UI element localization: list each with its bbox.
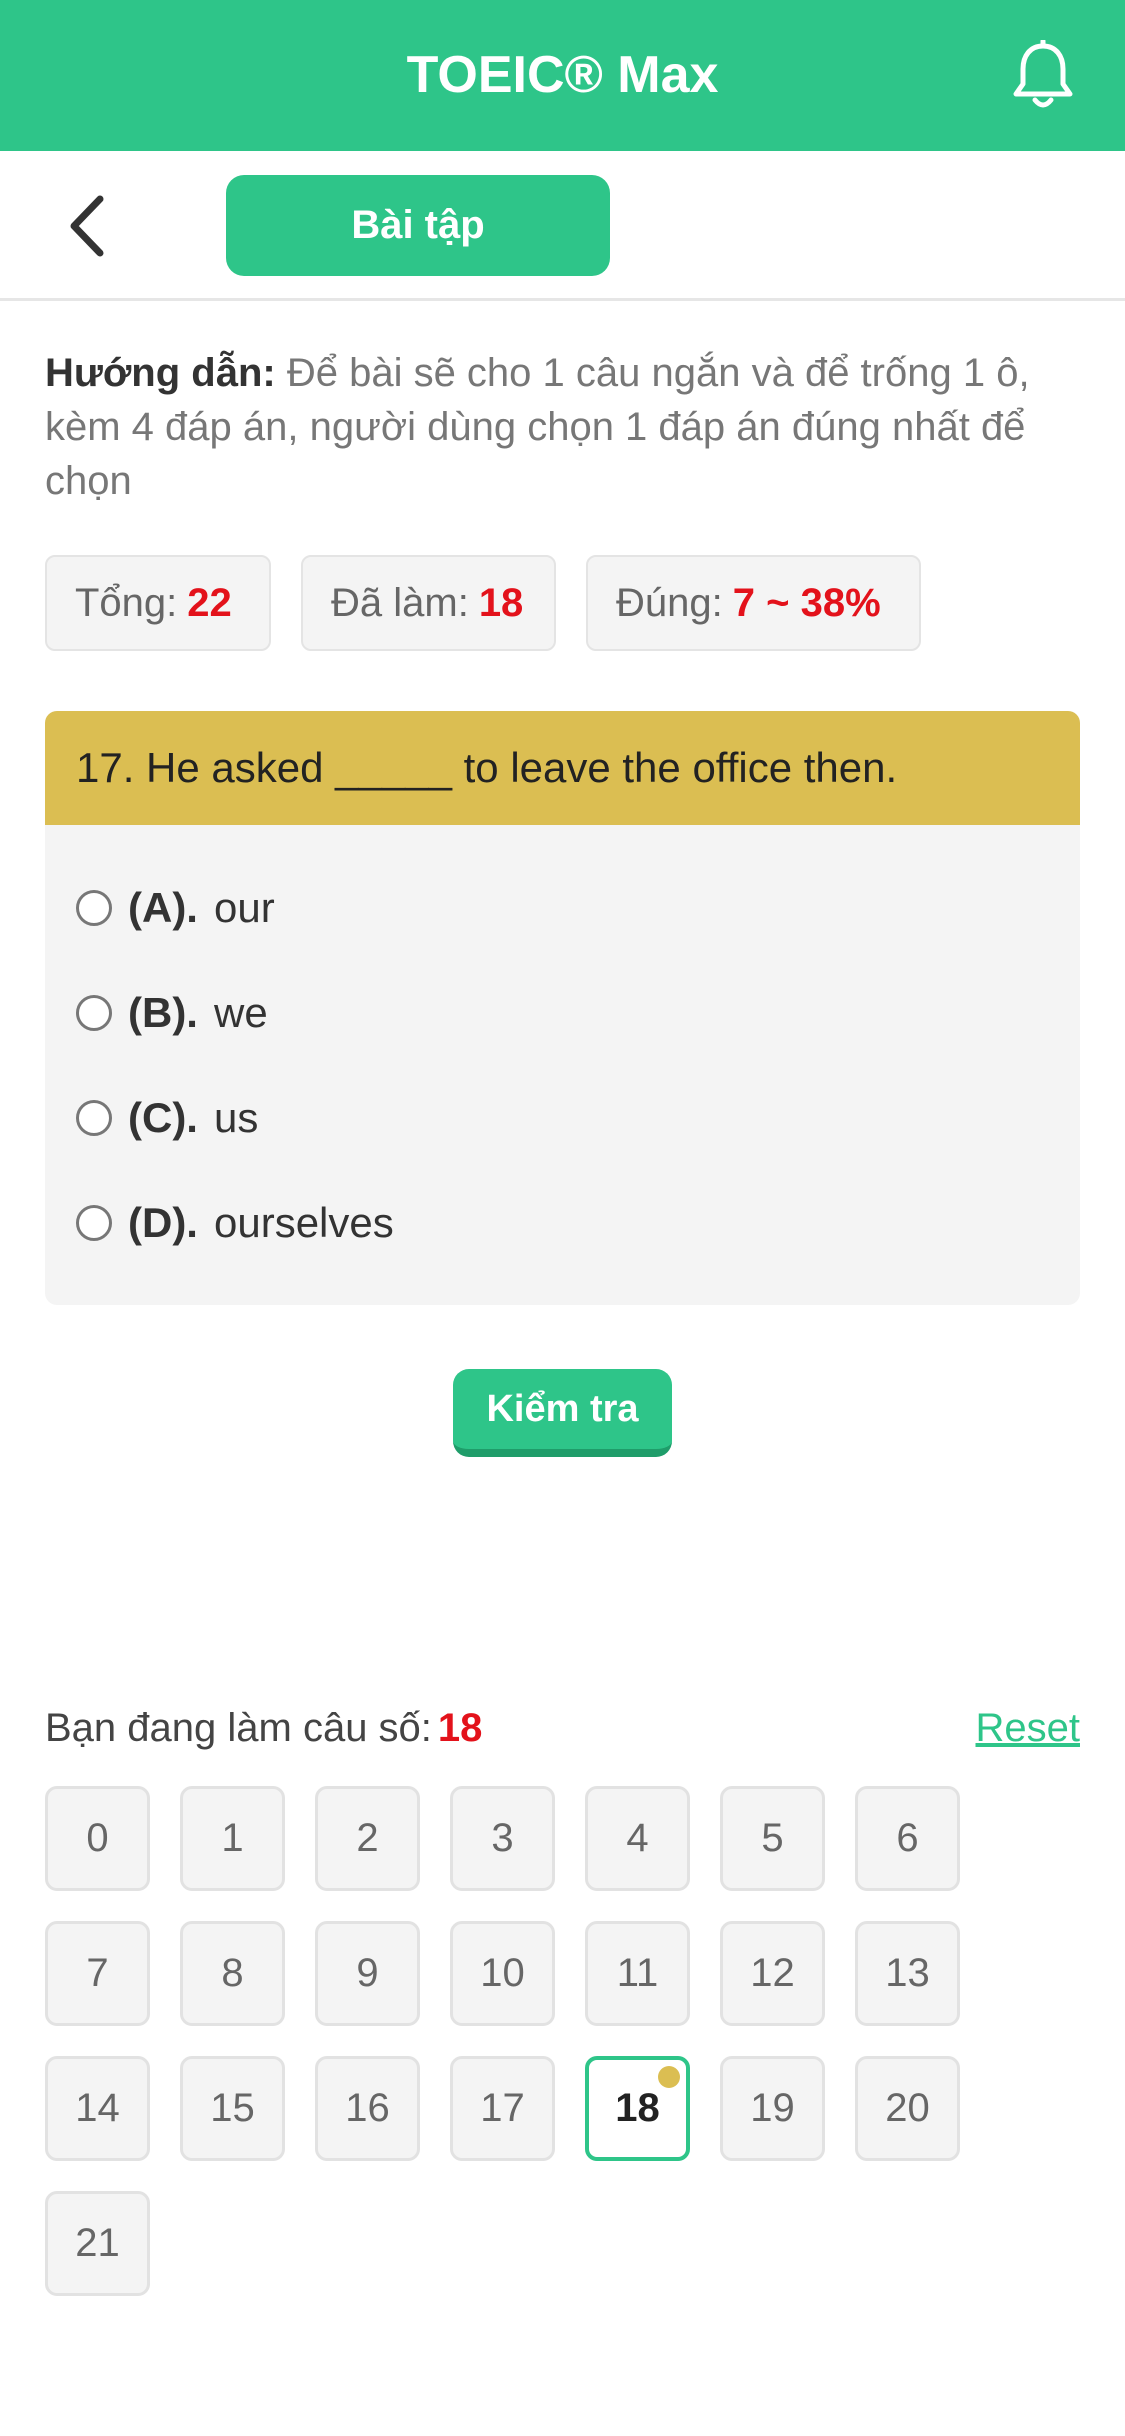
- question-nav-20[interactable]: 20: [855, 2056, 960, 2161]
- radio-button[interactable]: [76, 1100, 112, 1136]
- question-nav-label: 18: [615, 2086, 660, 2130]
- app-title: TOEIC® Max: [406, 46, 719, 104]
- option-a[interactable]: (A). our: [76, 873, 1056, 943]
- question-nav-label: 9: [356, 1951, 379, 1995]
- current-indicator-dot: [658, 2066, 680, 2088]
- question-nav-16[interactable]: 16: [315, 2056, 420, 2161]
- stat-total-value: 22: [187, 581, 232, 625]
- stat-correct: Đúng: 7 ~ 38%: [586, 555, 921, 651]
- question-nav-2[interactable]: 2: [315, 1786, 420, 1891]
- stat-correct-value: 7 ~ 38%: [732, 581, 881, 625]
- question-nav-5[interactable]: 5: [720, 1786, 825, 1891]
- stat-done-value: 18: [478, 581, 524, 625]
- question-nav-13[interactable]: 13: [855, 1921, 960, 2026]
- question-nav-9[interactable]: 9: [315, 1921, 420, 2026]
- question-nav-label: 10: [480, 1951, 525, 1995]
- sub-nav-bar: Bài tập: [0, 151, 1125, 301]
- radio-button[interactable]: [76, 1205, 112, 1241]
- question-nav-label: 5: [761, 1816, 784, 1860]
- check-button[interactable]: Kiểm tra: [453, 1369, 672, 1457]
- reset-link[interactable]: Reset: [976, 1696, 1081, 1760]
- stat-total-label: Tổng:: [75, 581, 178, 625]
- progress-indicator: Bạn đang làm câu số: 18: [45, 1696, 482, 1760]
- question-nav-3[interactable]: 3: [450, 1786, 555, 1891]
- option-text: ourselves: [213, 1199, 394, 1246]
- question-nav-label: 1: [221, 1816, 244, 1860]
- question-nav-label: 14: [75, 2086, 120, 2130]
- option-text: us: [213, 1094, 259, 1141]
- tab-exercise[interactable]: Bài tập: [226, 175, 610, 276]
- instructions: Hướng dẫn: Để bài sẽ cho 1 câu ngắn và đ…: [45, 346, 1085, 508]
- question-nav-label: 6: [896, 1816, 919, 1860]
- question-nav-1[interactable]: 1: [180, 1786, 285, 1891]
- stat-total: Tổng: 22: [45, 555, 271, 651]
- option-key: (B).: [128, 989, 198, 1036]
- stat-done-label: Đã làm:: [331, 581, 469, 625]
- question-header: 17. He asked _____ to leave the office t…: [45, 711, 1080, 825]
- question-nav-0[interactable]: 0: [45, 1786, 150, 1891]
- option-key: (A).: [128, 884, 198, 931]
- question-nav-label: 3: [491, 1816, 514, 1860]
- question-card: 17. He asked _____ to leave the office t…: [45, 711, 1080, 1305]
- stat-done: Đã làm: 18: [301, 555, 556, 651]
- bell-icon[interactable]: [1012, 40, 1074, 110]
- question-nav-11[interactable]: 11: [585, 1921, 690, 2026]
- question-text: 17. He asked _____ to leave the office t…: [76, 744, 898, 791]
- stat-correct-label: Đúng:: [616, 581, 723, 625]
- question-nav-19[interactable]: 19: [720, 2056, 825, 2161]
- question-nav-label: 15: [210, 2086, 255, 2130]
- question-nav-12[interactable]: 12: [720, 1921, 825, 2026]
- question-nav-6[interactable]: 6: [855, 1786, 960, 1891]
- progress-label: Bạn đang làm câu số:: [45, 1706, 432, 1750]
- option-text: our: [213, 884, 275, 931]
- radio-button[interactable]: [76, 995, 112, 1031]
- option-c[interactable]: (C). us: [76, 1083, 1056, 1153]
- option-key: (C).: [128, 1094, 198, 1141]
- option-key: (D).: [128, 1199, 198, 1246]
- question-nav-label: 7: [86, 1951, 109, 1995]
- question-nav-8[interactable]: 8: [180, 1921, 285, 2026]
- question-nav-7[interactable]: 7: [45, 1921, 150, 2026]
- back-arrow-icon[interactable]: [62, 191, 112, 261]
- current-question-number: 18: [437, 1706, 483, 1750]
- question-nav-4[interactable]: 4: [585, 1786, 690, 1891]
- question-nav-14[interactable]: 14: [45, 2056, 150, 2161]
- question-nav-label: 17: [480, 2086, 525, 2130]
- question-nav-15[interactable]: 15: [180, 2056, 285, 2161]
- question-nav-18[interactable]: 18: [585, 2056, 690, 2161]
- question-nav-label: 2: [356, 1816, 379, 1860]
- question-nav-label: 0: [86, 1816, 109, 1860]
- question-nav-label: 4: [626, 1816, 649, 1860]
- top-app-bar: TOEIC® Max: [0, 0, 1125, 151]
- question-nav-label: 12: [750, 1951, 795, 1995]
- option-b[interactable]: (B). we: [76, 978, 1056, 1048]
- instructions-label: Hướng dẫn:: [45, 351, 276, 395]
- option-d[interactable]: (D). ourselves: [76, 1188, 1056, 1258]
- question-nav-label: 20: [885, 2086, 930, 2130]
- question-nav-21[interactable]: 21: [45, 2191, 150, 2296]
- question-nav-17[interactable]: 17: [450, 2056, 555, 2161]
- question-nav-label: 16: [345, 2086, 390, 2130]
- question-nav-label: 11: [616, 1951, 659, 1995]
- question-nav-label: 21: [75, 2221, 120, 2265]
- question-nav-label: 13: [885, 1951, 930, 1995]
- option-text: we: [213, 989, 268, 1036]
- question-nav-label: 8: [221, 1951, 244, 1995]
- radio-button[interactable]: [76, 890, 112, 926]
- question-nav-10[interactable]: 10: [450, 1921, 555, 2026]
- question-nav-label: 19: [750, 2086, 795, 2130]
